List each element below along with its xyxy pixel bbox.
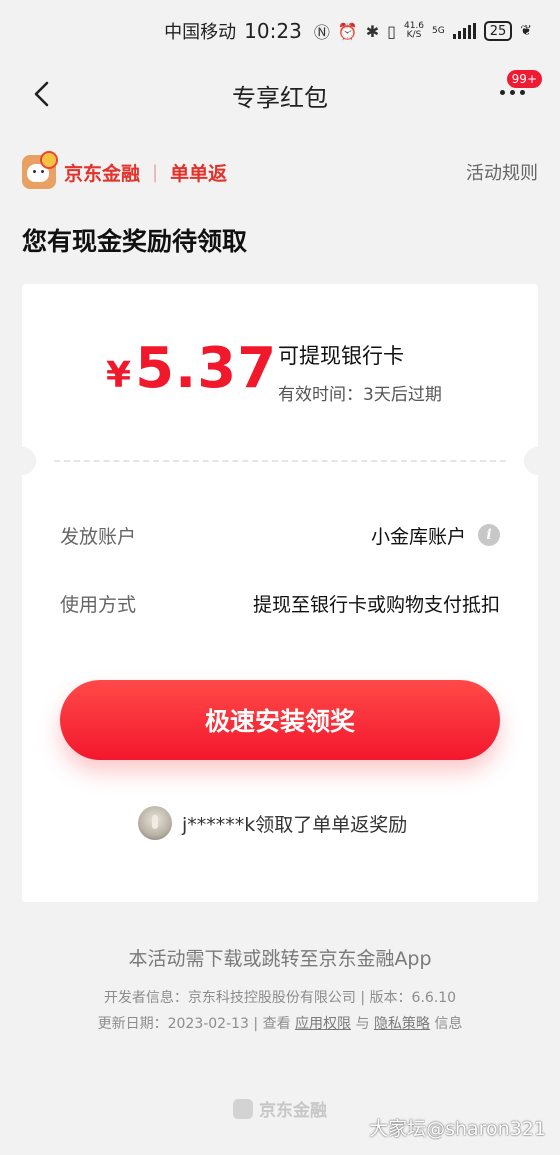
avatar (138, 806, 172, 840)
more-dots-icon (500, 90, 525, 95)
back-arrow-icon (34, 81, 49, 107)
permissions-link[interactable]: 应用权限 (295, 1016, 351, 1032)
page-title: 专享红包 (232, 83, 328, 112)
winner-text: j******k领取了单单返奖励 (182, 813, 408, 836)
info-icon[interactable]: i (478, 524, 500, 546)
network-type: 5G (432, 25, 445, 36)
nfc-icon: Ⓝ (313, 23, 330, 42)
signal-icon (452, 23, 476, 39)
ticket-notch-left (8, 447, 36, 475)
status-bar: 中国移动 10:23 Ⓝ ⏰ ✱ ▯ 41.6 K/S 5G 25 ❦ (0, 0, 560, 62)
developer-info: 开发者信息：京东科技控股股份有限公司 | 版本：6.6.10 (103, 990, 457, 1006)
jd-finance-logo-icon (22, 151, 58, 189)
activity-rules-link[interactable]: 活动规则 (466, 159, 538, 185)
privacy-link[interactable]: 隐私策略 (374, 1016, 430, 1032)
update-date: 更新日期：2023-02-13 | 查看 (97, 1016, 291, 1032)
carrier-label: 中国移动 (164, 22, 237, 43)
detail-row-usage: 使用方式 提现至银行卡或购物支付抵扣 (60, 588, 500, 618)
net-speed-unit: K/S (406, 30, 422, 40)
leaf-icon: ❦ (520, 23, 532, 39)
watermark: 大家坛@sharon321 (369, 1118, 546, 1140)
brand-row: 京东金融 | 单单返 活动规则 (22, 150, 538, 194)
detail-row-account: 发放账户 小金库账户 i (60, 520, 500, 550)
ticket-notch-right (524, 447, 552, 475)
detail-value: 提现至银行卡或购物支付抵扣 (252, 593, 500, 616)
bluetooth-icon: ✱ (365, 21, 380, 41)
footer-notice: 本活动需下载或跳转至京东金融App (128, 948, 432, 970)
footer-logo-text: 京东金融 (259, 1101, 327, 1121)
footer: 本活动需下载或跳转至京东金融App 开发者信息：京东科技控股股份有限公司 | 版… (0, 944, 560, 1033)
campaign-tag: 单单返 (170, 162, 228, 185)
headline: 您有现金奖励待领取 (22, 227, 248, 256)
net-speed: 41.6 K/S (404, 22, 424, 40)
reward-title: 可提现银行卡 (278, 344, 404, 368)
nav-bar: 专享红包 99+ (0, 62, 560, 128)
vibrate-icon: ▯ (387, 21, 396, 41)
dashed-divider (54, 460, 506, 462)
info-suffix: 信息 (434, 1016, 463, 1032)
reward-amount: ¥ 5.37 (106, 336, 277, 401)
battery-icon: 25 (483, 21, 513, 41)
notification-badge: 99+ (506, 70, 542, 88)
detail-label: 使用方式 (60, 593, 137, 616)
reward-card: ¥ 5.37 可提现银行卡 有效时间：3天后过期 发放账户 小金库账户 i 使用… (8, 284, 552, 902)
brand-name: 京东金融 (64, 162, 141, 185)
clock: 10:23 (244, 19, 302, 43)
update-info: 更新日期：2023-02-13 | 查看 应用权限 与 隐私策略 信息 (0, 1013, 560, 1033)
reward-validity: 有效时间：3天后过期 (278, 385, 442, 405)
detail-value: 小金库账户 (370, 525, 466, 548)
jd-finance-mini-logo-icon (233, 1098, 253, 1119)
detail-label: 发放账户 (60, 525, 137, 548)
battery-level: 25 (489, 23, 507, 39)
and-text: 与 (355, 1016, 370, 1032)
back-button[interactable] (24, 76, 60, 112)
amount-value: 5.37 (135, 336, 278, 401)
alarm-icon: ⏰ (337, 21, 358, 41)
reward-description: 可提现银行卡 有效时间：3天后过期 (278, 340, 442, 405)
winner-ticker: j******k领取了单单返奖励 (138, 806, 498, 840)
more-button[interactable]: 99+ (498, 70, 542, 112)
currency-symbol: ¥ (106, 355, 132, 396)
install-claim-button[interactable]: 极速安装领奖 (60, 680, 500, 760)
brand-separator: | (152, 161, 159, 183)
